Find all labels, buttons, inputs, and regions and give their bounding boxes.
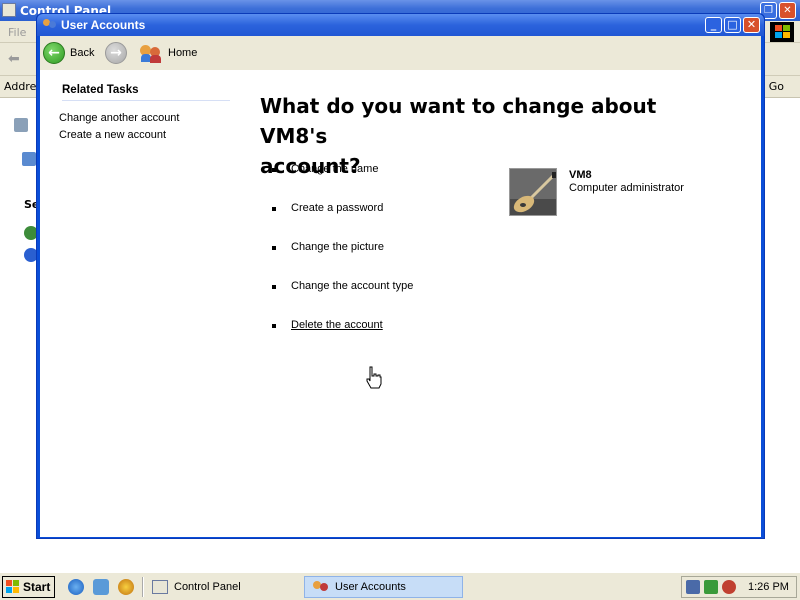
account-type: Computer administrator: [569, 182, 684, 194]
menu-file[interactable]: File: [8, 26, 26, 39]
back-button[interactable]: ← Back: [43, 41, 94, 65]
bullet-icon: [272, 168, 276, 172]
task-label: Change the picture: [291, 241, 384, 253]
update-icon[interactable]: [704, 580, 718, 594]
task-label: Change the account type: [291, 280, 414, 292]
task-label: Delete the account: [291, 319, 383, 331]
back-label: Back: [70, 47, 95, 59]
users-home-icon: [139, 43, 163, 63]
hand-cursor-icon: [366, 366, 382, 389]
bullet-icon: [272, 246, 276, 250]
change-account-type-link[interactable]: Change the account type: [270, 279, 470, 295]
change-another-account-link[interactable]: Change another account: [59, 112, 179, 124]
taskbar-button-user-accounts[interactable]: User Accounts: [304, 576, 463, 598]
close-button[interactable]: ✕: [743, 17, 760, 33]
user-accounts-client: ← Back → Home Related Tasks Change anoth…: [40, 36, 761, 537]
user-accounts-window: User Accounts _ □ ✕ ← Back → Home Relate…: [36, 13, 765, 539]
start-label: Start: [23, 580, 51, 594]
account-name: VM8: [569, 169, 592, 181]
navigation-bar: ← Back → Home: [40, 36, 761, 70]
task-label: Change the name: [291, 163, 379, 175]
control-panel-left-pane: Se: [0, 98, 40, 572]
guitar-picture-icon: [510, 169, 556, 215]
security-alert-icon[interactable]: [722, 580, 736, 594]
users-icon: [313, 580, 329, 594]
window-title: User Accounts: [61, 18, 146, 32]
network-icon[interactable]: [686, 580, 700, 594]
taskbar-button-label: Control Panel: [174, 581, 241, 593]
taskbar-divider: [142, 577, 144, 597]
internet-explorer-icon[interactable]: [68, 579, 84, 595]
close-button[interactable]: ✕: [779, 2, 796, 19]
outlook-express-icon[interactable]: [93, 579, 109, 595]
windows-logo-icon: [6, 580, 20, 594]
home-label: Home: [168, 47, 198, 59]
related-tasks-header: Related Tasks: [62, 84, 230, 101]
task-label: Create a password: [291, 202, 384, 214]
taskbar-button-control-panel[interactable]: Control Panel: [150, 576, 300, 598]
control-panel-icon: [152, 580, 168, 594]
taskbar: Start Control Panel User Accounts 1:26 P…: [0, 572, 800, 600]
bullet-icon: [272, 324, 276, 328]
tools-icon[interactable]: [14, 118, 28, 132]
bullet-icon: [272, 207, 276, 211]
user-accounts-titlebar[interactable]: User Accounts _ □ ✕: [37, 14, 764, 36]
change-name-link[interactable]: Change the name: [270, 162, 470, 178]
go-button[interactable]: Go: [769, 80, 784, 93]
clock: 1:26 PM: [748, 581, 789, 593]
change-picture-link[interactable]: Change the picture: [270, 240, 470, 256]
back-arrow-icon: ←: [43, 42, 65, 64]
delete-account-link[interactable]: Delete the account: [270, 318, 470, 334]
control-panel-icon: [2, 3, 16, 17]
windows-logo-icon: [770, 22, 794, 42]
forward-arrow-icon: →: [105, 42, 127, 64]
create-new-account-link[interactable]: Create a new account: [59, 129, 166, 141]
system-tray: 1:26 PM: [681, 576, 797, 598]
maximize-button[interactable]: □: [724, 17, 741, 33]
related-tasks-pane: Related Tasks Change another account Cre…: [55, 70, 230, 537]
media-player-icon[interactable]: [118, 579, 134, 595]
forward-button[interactable]: →: [105, 41, 127, 65]
page-title-line-1: What do you want to change about VM8's: [260, 94, 657, 148]
users-icon: [42, 17, 56, 31]
account-picture: [509, 168, 557, 216]
back-arrow-icon[interactable]: ⬅: [8, 51, 20, 67]
document-icon[interactable]: [22, 152, 36, 166]
home-button[interactable]: Home: [139, 41, 197, 65]
bullet-icon: [272, 285, 276, 289]
taskbar-button-label: User Accounts: [335, 581, 406, 593]
create-password-link[interactable]: Create a password: [270, 201, 470, 217]
start-button[interactable]: Start: [2, 576, 55, 598]
minimize-button[interactable]: _: [705, 17, 722, 33]
